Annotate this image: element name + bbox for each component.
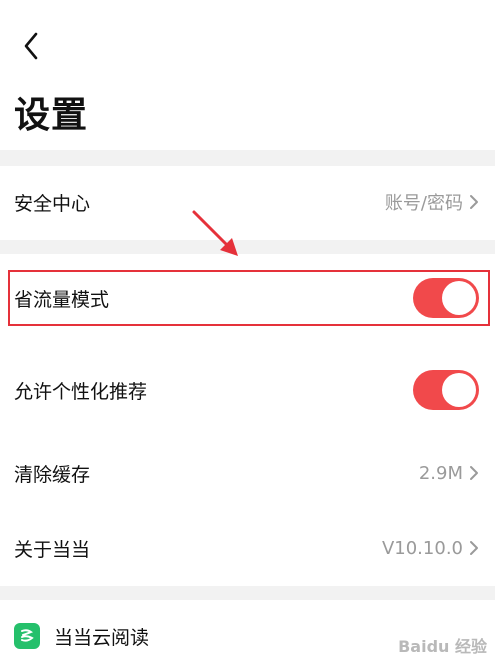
section-divider <box>0 150 495 166</box>
section-divider <box>0 586 495 600</box>
baidu-watermark: Baidu 经验 <box>398 637 487 656</box>
about-version: V10.10.0 <box>381 537 463 559</box>
personalized-recommendation-toggle[interactable] <box>413 370 479 410</box>
chevron-right-icon <box>470 541 478 555</box>
clear-cache-value: 2.9M <box>418 462 463 484</box>
highlight-box <box>8 270 490 326</box>
clear-cache-label: 清除缓存 <box>14 463 91 486</box>
annotation-arrow-icon <box>192 210 238 256</box>
security-center-value: 账号/密码 <box>384 193 463 214</box>
security-center-row[interactable]: 安全中心 账号/密码 <box>0 172 495 232</box>
toggle-knob <box>442 373 476 407</box>
clear-cache-row[interactable]: 清除缓存 2.9M <box>0 443 495 503</box>
back-button[interactable] <box>14 28 50 64</box>
personalized-recommendation-label: 允许个性化推荐 <box>14 380 148 403</box>
chevron-right-icon <box>470 195 478 209</box>
dangdang-reader-app-icon <box>14 623 40 649</box>
chevron-right-icon <box>470 466 478 480</box>
chevron-left-icon <box>24 32 38 60</box>
page-title: 设置 <box>14 95 89 136</box>
personalized-recommendation-row: 允许个性化推荐 <box>0 360 495 420</box>
section-divider <box>0 240 495 254</box>
about-label: 关于当当 <box>14 538 91 561</box>
about-row[interactable]: 关于当当 V10.10.0 <box>0 518 495 578</box>
